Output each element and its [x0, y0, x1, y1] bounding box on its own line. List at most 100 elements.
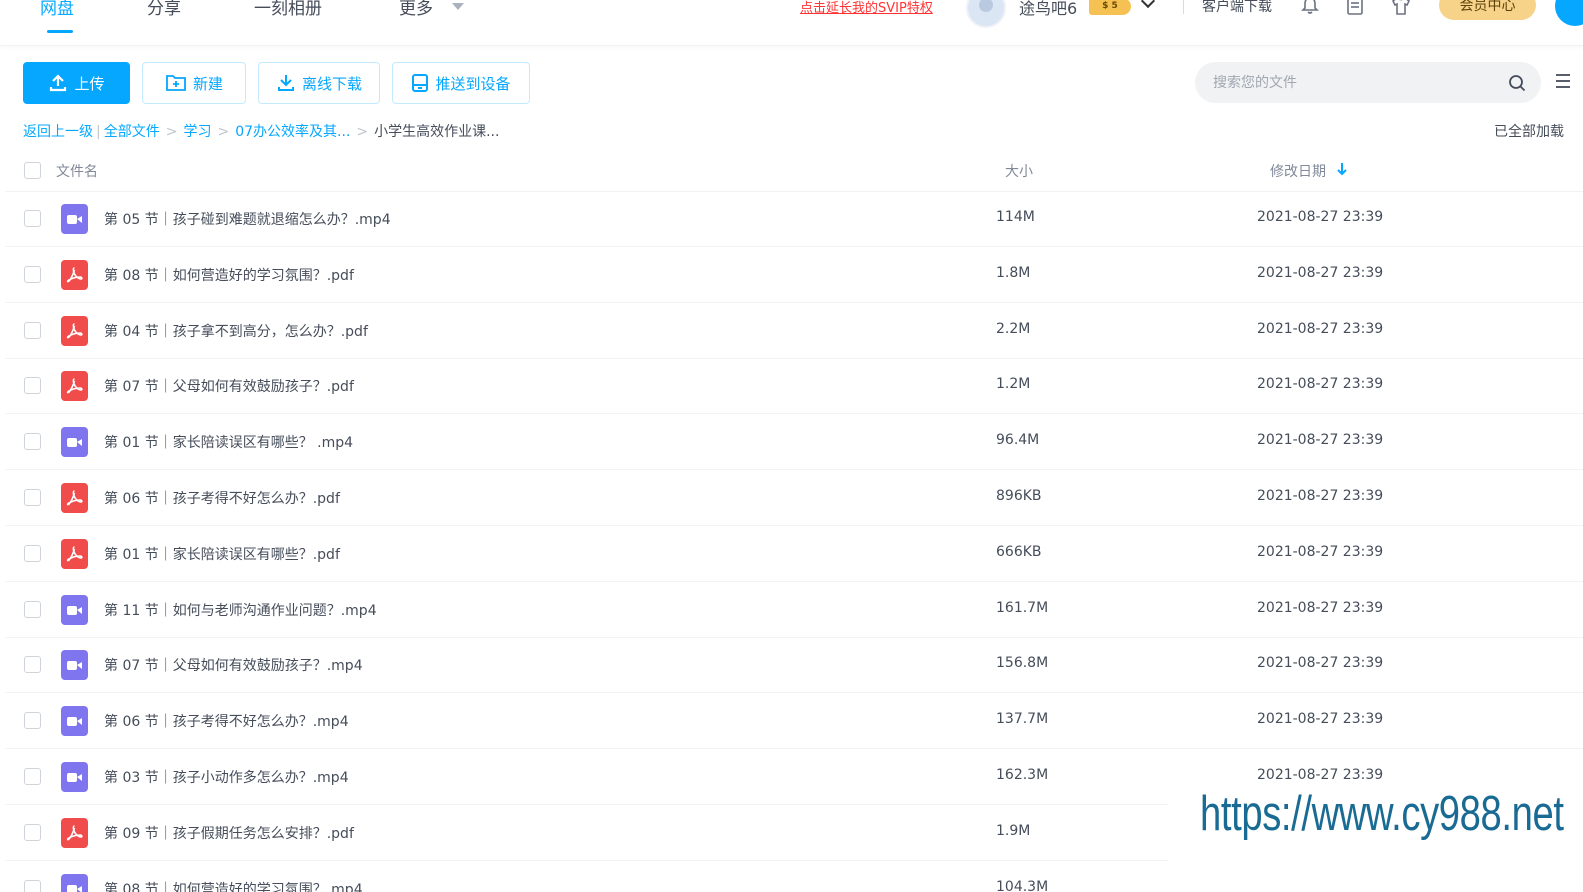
- column-name-header[interactable]: 文件名: [56, 161, 98, 181]
- watermark: https://www.cy988.net: [1200, 787, 1564, 841]
- member-center-button[interactable]: 会员中心: [1439, 0, 1536, 20]
- new-folder-icon: [166, 75, 186, 91]
- upload-icon: [50, 74, 67, 92]
- row-checkbox[interactable]: [24, 823, 41, 841]
- row-checkbox[interactable]: [24, 265, 41, 283]
- pdf-glyph: [66, 378, 83, 394]
- file-name[interactable]: 第 06 节｜孩子考得不好怎么办？.pdf: [104, 488, 340, 508]
- file-size: 896KB: [996, 488, 1042, 504]
- video-glyph: [67, 773, 82, 782]
- tab-more[interactable]: 更多: [399, 0, 433, 19]
- row-checkbox[interactable]: [24, 600, 41, 618]
- file-date: 2021-08-27 23:39: [1257, 655, 1384, 672]
- file-size: 1.2M: [996, 376, 1031, 393]
- more-caret-icon[interactable]: [452, 3, 464, 10]
- row-checkbox[interactable]: [24, 433, 41, 451]
- active-tab-indicator: [47, 30, 73, 33]
- document-icon[interactable]: [1345, 0, 1365, 16]
- table-header: 文件名 大小 修改日期: [5, 148, 1583, 192]
- table-row[interactable]: 第 01 节｜家长陪读误区有哪些？.pdf 666KB 2021-08-27 23:…: [5, 526, 1583, 582]
- breadcrumb-study[interactable]: 学习: [183, 124, 211, 140]
- row-checkbox[interactable]: [24, 712, 41, 730]
- file-name[interactable]: 第 07 节｜父母如何有效鼓励孩子？.pdf: [104, 376, 354, 396]
- file-name[interactable]: 第 01 节｜家长陪读误区有哪些？ .mp4: [104, 432, 353, 452]
- search-icon[interactable]: [1508, 74, 1526, 92]
- select-all-checkbox[interactable]: [24, 162, 41, 179]
- top-navigation: 网盘 分享 一刻相册 更多 点击延长我的SVIP特权 途鸟吧6 $ 5 客户端下…: [0, 0, 1583, 46]
- file-name[interactable]: 第 08 节｜如何营造好的学习氛围？.mp4: [104, 879, 363, 892]
- avatar[interactable]: [966, 0, 1006, 28]
- shirt-icon[interactable]: [1391, 0, 1411, 16]
- file-name[interactable]: 第 08 节｜如何营造好的学习氛围？.pdf: [104, 265, 354, 285]
- new-folder-button[interactable]: 新建: [142, 62, 246, 104]
- breadcrumb-separator: >: [165, 124, 178, 140]
- file-date: 2021-08-27 23:39: [1257, 711, 1384, 728]
- file-name[interactable]: 第 07 节｜父母如何有效鼓励孩子？.mp4: [104, 655, 363, 675]
- breadcrumb-current: 小学生高效作业课...: [374, 124, 500, 140]
- pdf-file-icon: [61, 483, 88, 513]
- tab-album[interactable]: 一刻相册: [254, 0, 322, 19]
- file-name[interactable]: 第 11 节｜如何与老师沟通作业问题？.mp4: [104, 600, 377, 620]
- pdf-glyph: [66, 490, 83, 506]
- offline-download-label: 离线下载: [301, 74, 362, 93]
- video-glyph: [67, 717, 82, 727]
- svip-extend-link[interactable]: 点击延长我的SVIP特权: [800, 0, 933, 16]
- sort-desc-icon[interactable]: [1336, 162, 1348, 176]
- row-checkbox[interactable]: [24, 321, 41, 339]
- table-row[interactable]: 第 08 节｜如何营造好的学习氛围？.pdf 1.8M 2021-08-27 23:…: [5, 247, 1583, 303]
- pdf-glyph: [66, 266, 83, 283]
- client-download-link[interactable]: 客户端下载: [1202, 0, 1272, 16]
- file-size: 1.9M: [996, 822, 1031, 839]
- file-name[interactable]: 第 05 节｜孩子碰到难题就退缩怎么办？.mp4: [104, 209, 391, 229]
- username[interactable]: 途鸟吧6: [1019, 0, 1077, 19]
- table-row[interactable]: 第 05 节｜孩子碰到难题就退缩怎么办？.mp4 114M 2021-08-27 2…: [5, 191, 1583, 247]
- file-name[interactable]: 第 04 节｜孩子拿不到高分，怎么办？.pdf: [104, 321, 368, 341]
- column-size-header[interactable]: 大小: [1005, 161, 1033, 181]
- file-name[interactable]: 第 01 节｜家长陪读误区有哪些？.pdf: [104, 544, 340, 564]
- new-label: 新建: [192, 74, 223, 93]
- file-name[interactable]: 第 03 节｜孩子小动作多怎么办？.mp4: [104, 767, 349, 787]
- row-checkbox[interactable]: [24, 210, 41, 227]
- breadcrumb: 返回上一级 | 全部文件 > 学习 >07办公效率及其... > 小学生高效作业课...: [23, 121, 499, 141]
- table-row[interactable]: 第 07 节｜父母如何有效鼓励孩子？.pdf 1.2M 2021-08-27 23:…: [5, 358, 1583, 415]
- notification-dot[interactable]: [1555, 0, 1583, 26]
- push-to-device-button[interactable]: 推送到设备: [392, 62, 530, 104]
- file-name[interactable]: 第 09 节｜孩子假期任务怎么安排？.pdf: [104, 823, 354, 843]
- table-row[interactable]: 第 06 节｜孩子考得不好怎么办？.pdf 896KB 2021-08-27 23:…: [5, 470, 1583, 526]
- row-checkbox[interactable]: [24, 544, 41, 562]
- video-glyph: [67, 605, 82, 615]
- pdf-file-icon: [61, 538, 88, 569]
- file-date: 2021-08-27 23:39: [1257, 488, 1384, 504]
- row-checkbox[interactable]: [24, 768, 41, 785]
- row-checkbox[interactable]: [24, 489, 41, 506]
- breadcrumb-all-files[interactable]: 全部文件: [104, 124, 160, 140]
- video-file-icon: [61, 762, 88, 792]
- view-menu-icon[interactable]: [1554, 72, 1572, 90]
- row-checkbox[interactable]: [24, 656, 41, 674]
- file-name[interactable]: 第 06 节｜孩子考得不好怎么办？.mp4: [104, 711, 349, 731]
- table-row[interactable]: 第 04 节｜孩子拿不到高分，怎么办？.pdf 2.2M 2021-08-27 23…: [5, 303, 1583, 359]
- table-row[interactable]: 第 01 节｜家长陪读误区有哪些？ .mp4 96.4M 2021-08-27 23…: [5, 414, 1583, 471]
- search-input[interactable]: [1213, 62, 1483, 103]
- offline-download-button[interactable]: 离线下载: [258, 62, 380, 104]
- upload-label: 上传: [74, 74, 105, 93]
- upload-button[interactable]: 上传: [23, 62, 130, 104]
- file-size: 96.4M: [996, 432, 1040, 449]
- column-date-header[interactable]: 修改日期: [1270, 161, 1326, 181]
- video-file-icon: [61, 873, 88, 892]
- file-size: 666KB: [996, 543, 1042, 560]
- table-row[interactable]: 第 07 节｜父母如何有效鼓励孩子？.mp4 156.8M 2021-08-27 2…: [5, 637, 1583, 694]
- video-glyph: [67, 884, 82, 892]
- nav-divider: [1183, 0, 1184, 14]
- row-checkbox[interactable]: [24, 879, 41, 892]
- file-size: 104.3M: [996, 878, 1049, 892]
- tab-netdisk[interactable]: 网盘: [40, 0, 74, 19]
- table-row[interactable]: 第 06 节｜孩子考得不好怎么办？.mp4 137.7M 2021-08-27 23…: [5, 693, 1583, 750]
- user-menu-chevron-icon[interactable]: [1140, 0, 1156, 9]
- breadcrumb-office[interactable]: 07办公效率及其...: [235, 124, 350, 140]
- row-checkbox[interactable]: [24, 377, 41, 395]
- tab-share[interactable]: 分享: [147, 0, 181, 19]
- table-row[interactable]: 第 11 节｜如何与老师沟通作业问题？.mp4 161.7M 2021-08-27 …: [5, 582, 1583, 638]
- breadcrumb-back[interactable]: 返回上一级: [23, 124, 93, 140]
- bell-icon[interactable]: [1300, 0, 1320, 16]
